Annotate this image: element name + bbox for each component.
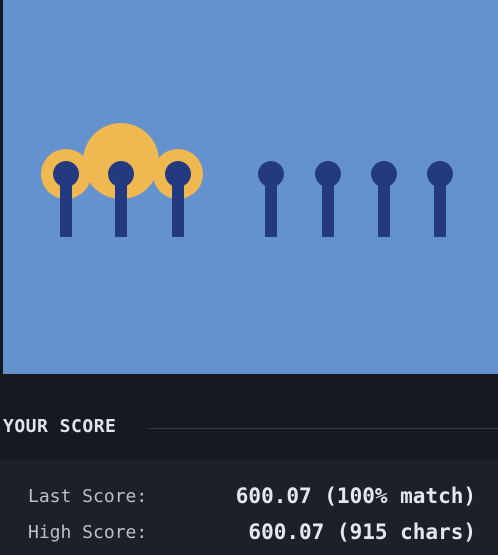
high-score-label: High Score: xyxy=(28,522,148,543)
score-divider xyxy=(148,428,498,429)
last-score-value: 600.07 (100% match) xyxy=(235,484,476,508)
last-score-label: Last Score: xyxy=(28,486,148,507)
high-score-value: 600.07 (915 chars) xyxy=(248,520,476,544)
high-score-row: High Score: 600.07 (915 chars) xyxy=(0,518,498,548)
last-score-row: Last Score: 600.07 (100% match) xyxy=(0,482,498,512)
score-heading: YOUR SCORE xyxy=(3,416,117,437)
game-root: YOUR SCORE Last Score: 600.07 (100% matc… xyxy=(0,0,498,555)
score-header: YOUR SCORE xyxy=(0,412,498,444)
target-canvas-frame xyxy=(0,0,498,374)
score-panel: Last Score: 600.07 (100% match) High Sco… xyxy=(0,460,498,555)
target-canvas xyxy=(3,0,498,374)
